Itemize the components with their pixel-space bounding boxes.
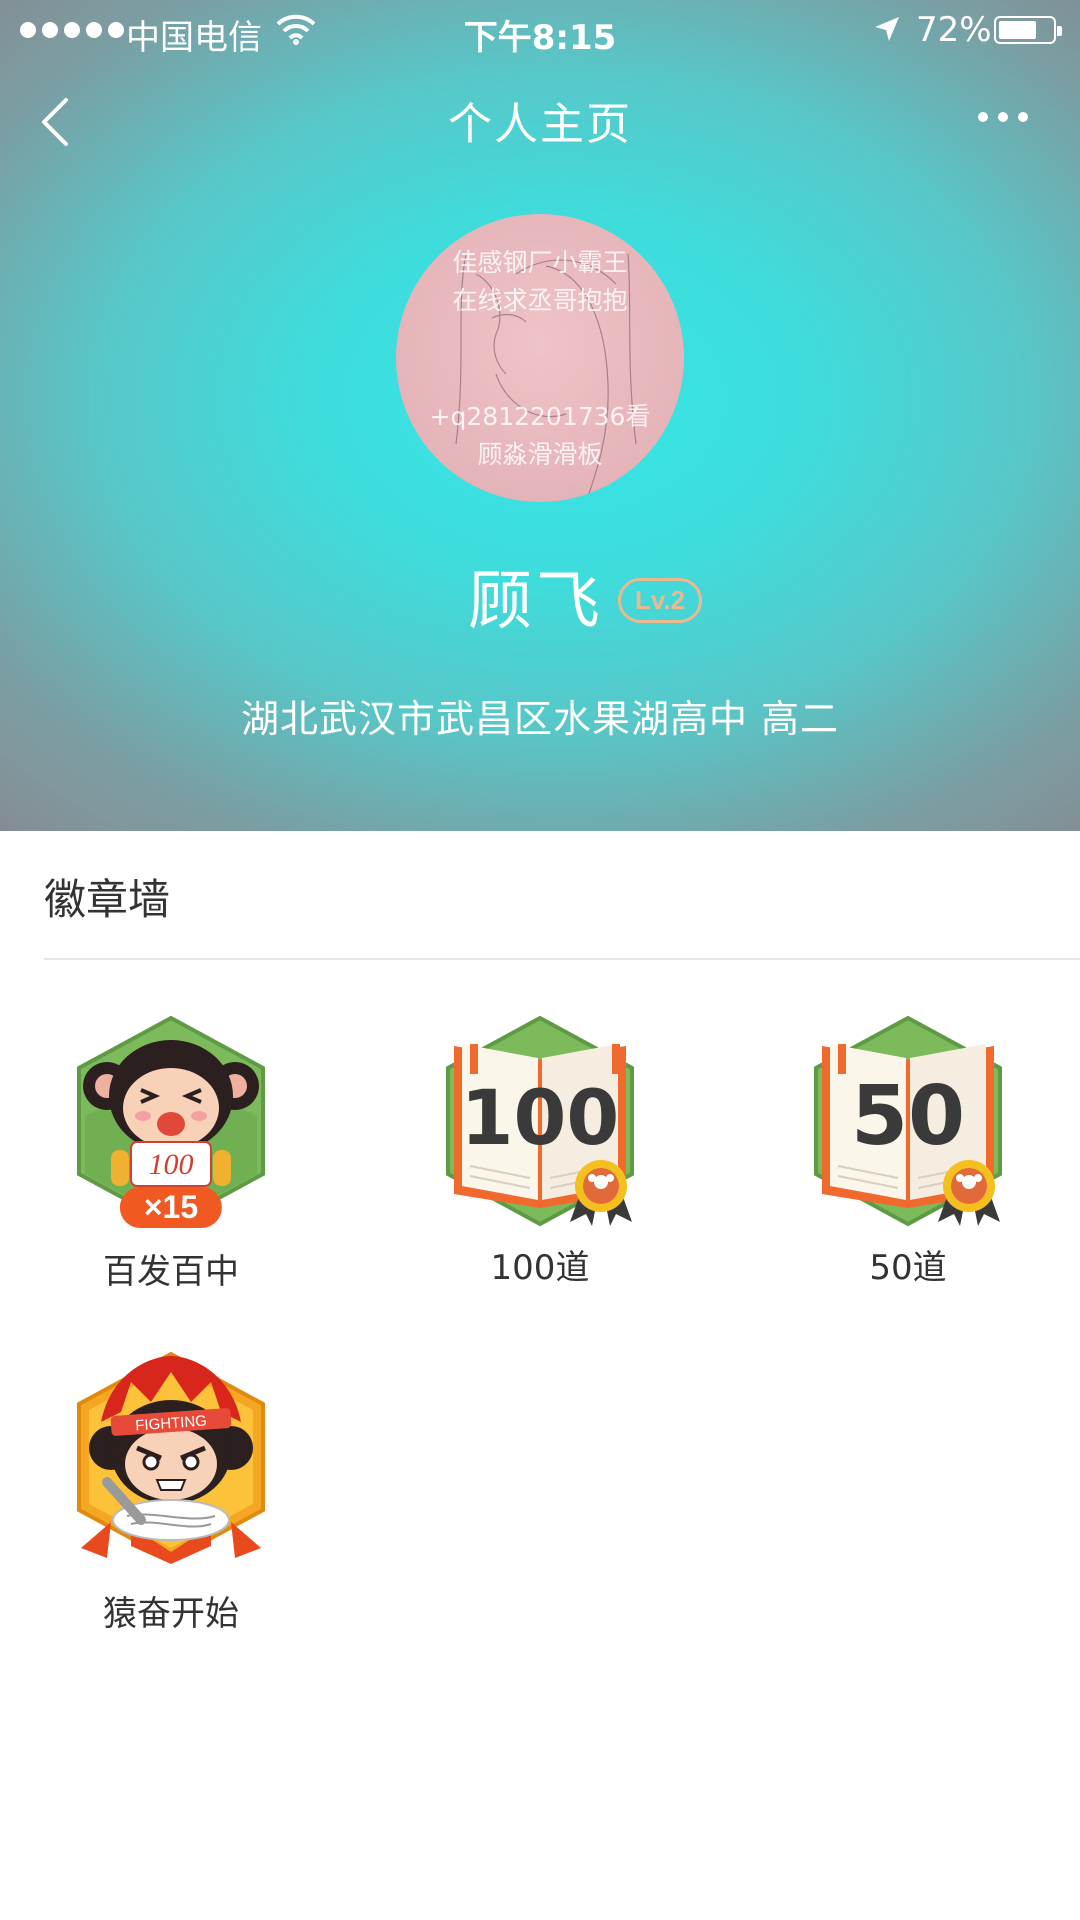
- more-dots-icon[interactable]: [978, 112, 1028, 122]
- badge-label: 百发百中: [103, 1252, 239, 1292]
- battery-cap: [1057, 26, 1062, 36]
- level-badge: Lv.2: [617, 577, 703, 623]
- status-bar: 中国电信 下午8:15 72%: [0, 0, 1080, 60]
- monkey-fighting-badge-icon: FIGHTING: [77, 1352, 265, 1564]
- book-100-badge-icon: 100: [446, 1016, 634, 1226]
- badge-item[interactable]: 50 50道: [798, 1016, 1018, 1289]
- battery-percent: 72%: [916, 10, 992, 50]
- badge-label: 50道: [869, 1248, 947, 1288]
- avatar-caption-top: 佳感钢厂小霸王 在线求丞哥抱抱: [452, 248, 628, 315]
- user-name: 顾飞: [467, 565, 604, 639]
- svg-text:100: 100: [149, 1148, 194, 1181]
- badge-count-pill: ×15: [119, 1187, 223, 1228]
- svg-text:100: 100: [461, 1073, 620, 1162]
- battery-icon: [994, 16, 1062, 44]
- name-row: 顾飞 Lv.2: [0, 550, 1080, 642]
- badge-wall-title: 徽章墙: [44, 875, 171, 924]
- location-arrow-icon: [875, 17, 899, 41]
- avatar-caption-bottom: +q2812201736看 顾淼滑滑板: [429, 402, 651, 469]
- battery-fill: [999, 21, 1037, 39]
- book-50-badge-icon: 50: [814, 1016, 1002, 1226]
- svg-text:50: 50: [851, 1069, 965, 1164]
- page-title: 个人主页: [448, 99, 632, 150]
- badge-item[interactable]: 100 ×15 百发百中: [61, 1016, 281, 1293]
- avatar[interactable]: 佳感钢厂小霸王 在线求丞哥抱抱 +q2812201736看 顾淼滑滑板: [396, 214, 684, 502]
- school-info: 湖北武汉市武昌区水果湖高中 高二: [240, 697, 840, 741]
- badge-label: 100道: [490, 1248, 590, 1288]
- badge-label: 猿奋开始: [103, 1594, 239, 1634]
- badge-item[interactable]: 100 100道: [430, 1016, 650, 1289]
- badge-item[interactable]: FIGHTING 猿奋开始: [61, 1352, 281, 1635]
- divider: [44, 958, 1080, 960]
- profile-header: 中国电信 下午8:15 72% 个人主页 佳感钢厂小霸王 在线求丞哥抱抱 +q2…: [0, 0, 1080, 831]
